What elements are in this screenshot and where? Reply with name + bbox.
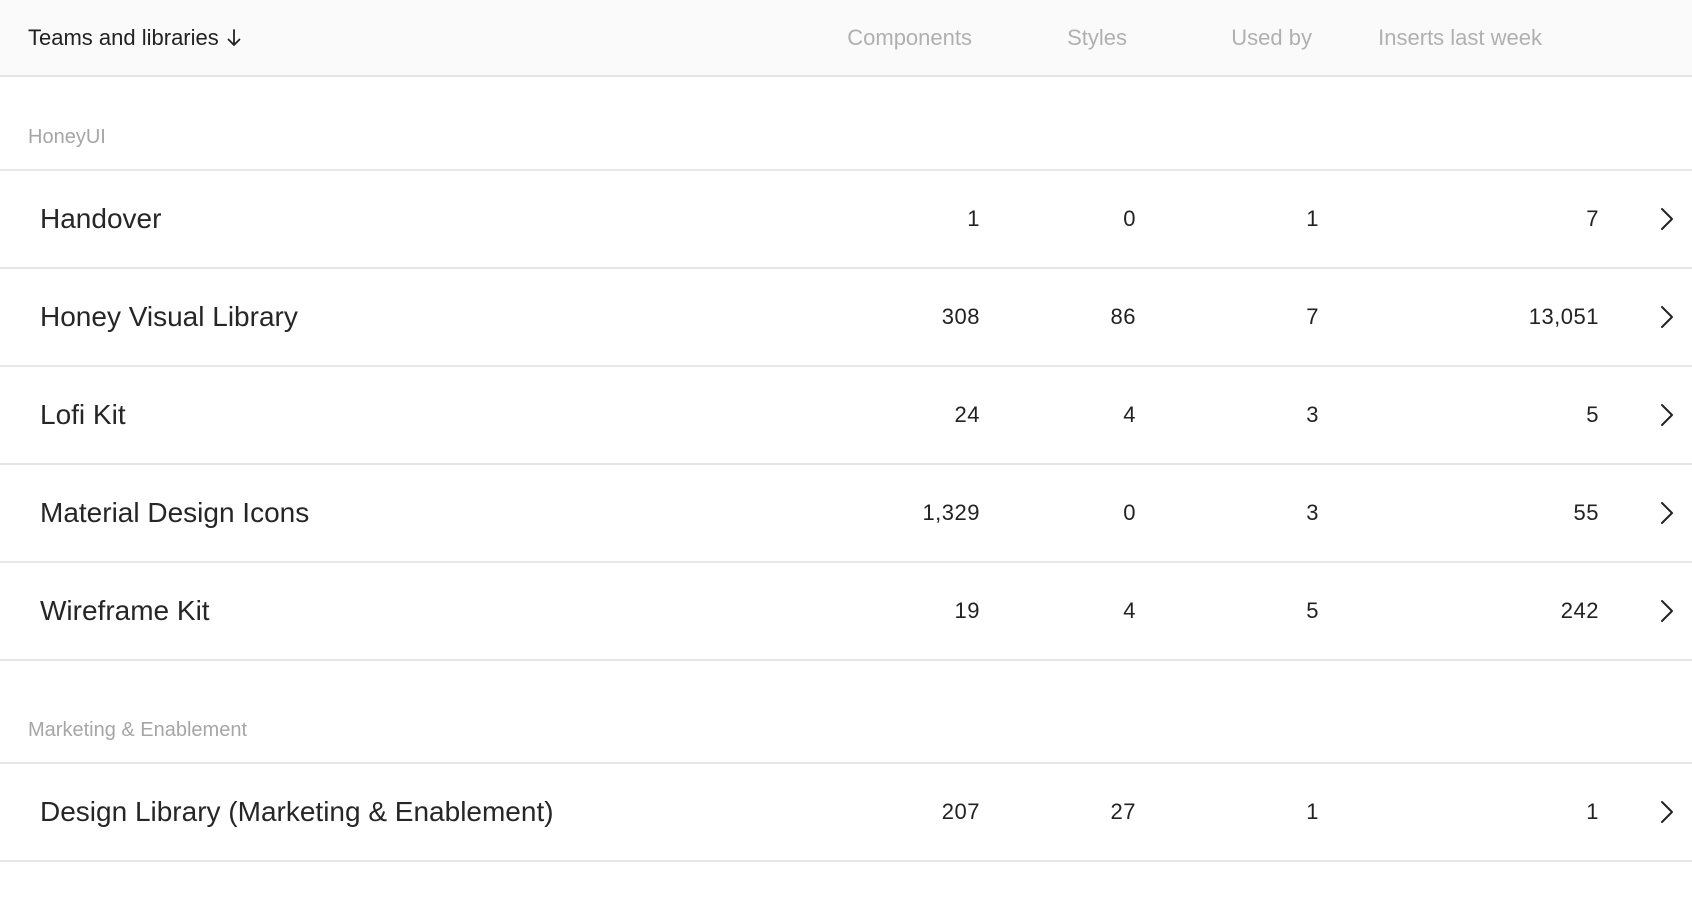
components-count: 24 — [954, 402, 980, 427]
header-styles[interactable]: Styles — [1067, 0, 1127, 75]
chevron-right-icon[interactable] — [1660, 403, 1674, 427]
inserts-count: 55 — [1573, 500, 1599, 525]
used-by-count: 3 — [1306, 500, 1319, 525]
components-count: 1,329 — [922, 500, 980, 525]
table-row[interactable]: Design Library (Marketing & Enablement) … — [0, 764, 1692, 862]
components-count: 308 — [941, 304, 980, 329]
used-by-count: 7 — [1306, 304, 1319, 329]
used-by-count: 3 — [1306, 402, 1319, 427]
table-row[interactable]: Lofi Kit 24 4 3 5 — [0, 367, 1692, 465]
styles-count: 27 — [1110, 799, 1136, 824]
styles-count: 4 — [1123, 402, 1136, 427]
components-count: 207 — [941, 799, 980, 824]
table-row[interactable]: Material Design Icons 1,329 0 3 55 — [0, 465, 1692, 563]
header-components[interactable]: Components — [847, 0, 972, 75]
header-used-by[interactable]: Used by — [1231, 0, 1312, 75]
inserts-count: 13,051 — [1528, 304, 1599, 329]
inserts-count: 1 — [1586, 799, 1599, 824]
chevron-right-icon[interactable] — [1660, 207, 1674, 231]
inserts-count: 7 — [1586, 206, 1599, 231]
group-label-marketing: Marketing & Enablement — [0, 661, 1692, 764]
used-by-count: 1 — [1306, 799, 1319, 824]
table-row[interactable]: Handover 1 0 1 7 — [0, 171, 1692, 269]
library-name: Lofi Kit — [40, 399, 126, 430]
used-by-count: 5 — [1306, 598, 1319, 623]
chevron-right-icon[interactable] — [1660, 501, 1674, 525]
library-name: Design Library (Marketing & Enablement) — [40, 796, 554, 827]
inserts-count: 5 — [1586, 402, 1599, 427]
libraries-table: Teams and libraries Components Styles Us… — [0, 0, 1692, 906]
header-inserts-last-week[interactable]: Inserts last week — [1378, 0, 1542, 75]
arrow-down-icon — [227, 28, 241, 47]
library-name: Honey Visual Library — [40, 301, 298, 332]
library-name: Wireframe Kit — [40, 595, 210, 626]
styles-count: 0 — [1123, 500, 1136, 525]
styles-count: 0 — [1123, 206, 1136, 231]
library-name: Material Design Icons — [40, 497, 310, 528]
chevron-right-icon[interactable] — [1660, 599, 1674, 623]
chevron-right-icon[interactable] — [1660, 305, 1674, 329]
group-label-honeyui: HoneyUI — [0, 77, 1692, 171]
inserts-count: 242 — [1560, 598, 1599, 623]
components-count: 19 — [954, 598, 980, 623]
table-row[interactable]: Wireframe Kit 19 4 5 242 — [0, 563, 1692, 661]
styles-count: 86 — [1110, 304, 1136, 329]
components-count: 1 — [967, 206, 980, 231]
header-title: Teams and libraries — [28, 24, 219, 50]
styles-count: 4 — [1123, 598, 1136, 623]
table-header: Teams and libraries Components Styles Us… — [0, 0, 1692, 77]
used-by-count: 1 — [1306, 206, 1319, 231]
chevron-right-icon[interactable] — [1660, 800, 1674, 824]
table-row[interactable]: Honey Visual Library 308 86 7 13,051 — [0, 269, 1692, 367]
library-name: Handover — [40, 203, 162, 234]
sort-teams-and-libraries-header[interactable]: Teams and libraries — [28, 0, 241, 75]
